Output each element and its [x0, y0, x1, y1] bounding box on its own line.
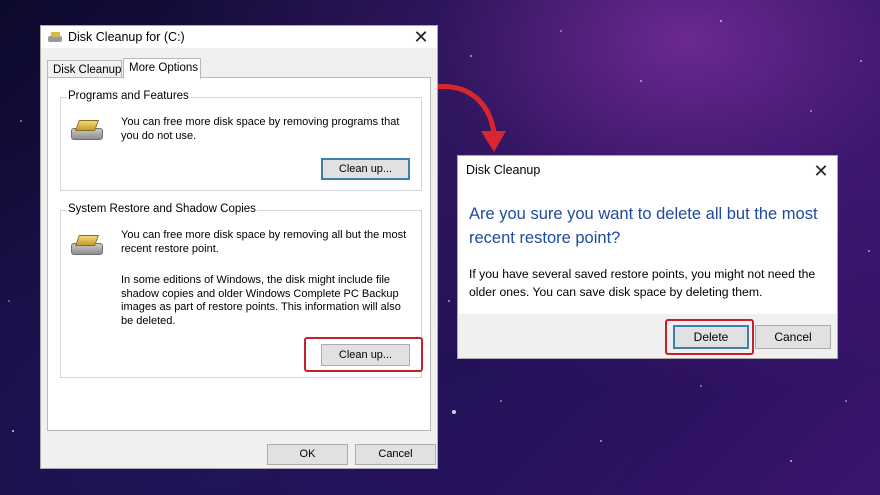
window-title: Disk Cleanup: [466, 163, 541, 177]
close-icon[interactable]: ✕: [411, 27, 431, 47]
group-note: In some editions of Windows, the disk mi…: [121, 274, 401, 327]
group-label: Programs and Features: [67, 90, 190, 102]
group-description: You can free more disk space by removing…: [121, 116, 400, 142]
more-options-panel: Programs and Features You can free more …: [47, 77, 431, 431]
highlight-box: [665, 319, 754, 355]
cancel-button[interactable]: Cancel: [355, 444, 436, 465]
programs-cleanup-button[interactable]: Clean up...: [321, 158, 410, 180]
tab-more-options[interactable]: More Options: [123, 58, 201, 79]
group-label: System Restore and Shadow Copies: [67, 203, 257, 215]
disk-cleanup-dialog: Disk Cleanup for (C:) ✕ Disk Cleanup Mor…: [40, 25, 438, 469]
title-bar: Disk Cleanup for (C:) ✕: [41, 26, 437, 48]
highlight-box: [304, 337, 423, 372]
window-title: Disk Cleanup for (C:): [68, 30, 185, 44]
confirm-dialog: Disk Cleanup ✕ Are you sure you want to …: [457, 155, 838, 359]
ok-button[interactable]: OK: [267, 444, 348, 465]
confirm-message: If you have several saved restore points…: [469, 267, 816, 299]
disk-cleanup-icon: [48, 32, 62, 42]
close-icon[interactable]: ✕: [811, 161, 831, 181]
cancel-button[interactable]: Cancel: [755, 325, 831, 349]
group-description: You can free more disk space by removing…: [121, 229, 407, 255]
programs-features-group: Programs and Features You can free more …: [60, 90, 422, 191]
dialog-footer: Delete Cancel: [458, 314, 837, 358]
tab-disk-cleanup[interactable]: Disk Cleanup: [47, 60, 122, 78]
disk-cleanup-icon: [71, 233, 103, 255]
disk-cleanup-icon: [71, 118, 103, 140]
confirm-heading: Are you sure you want to delete all but …: [469, 205, 818, 247]
